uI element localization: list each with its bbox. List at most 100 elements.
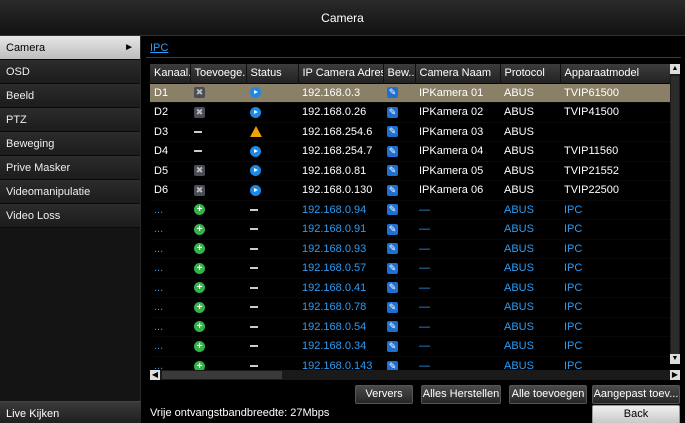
edit-icon[interactable]: ✎ — [387, 87, 398, 99]
scroll-down-icon[interactable]: ▼ — [670, 354, 680, 364]
edit-icon[interactable]: ✎ — [387, 165, 398, 177]
sidebar-item-prive-masker[interactable]: Prive Masker — [0, 156, 140, 180]
table-row[interactable]: D6 ✖ 192.168.0.130 ✎ IPKamera 06 ABUS TVIP2250… — [150, 180, 670, 200]
table-row[interactable]: ... +192.168.0.91 ✎ — ABUS IPC — [150, 219, 670, 239]
cell-ip-address: 192.168.0.143 — [298, 355, 383, 370]
tab-ipc[interactable]: IPC — [150, 42, 168, 54]
cell-camera-name: IPKamera 04 — [415, 141, 500, 161]
edit-icon[interactable]: ✎ — [387, 243, 398, 255]
column-header-camera-name[interactable]: Camera Naam — [415, 64, 501, 83]
table-row[interactable]: D2 ✖ 192.168.0.26 ✎ IPKamera 02 ABUS TVIP41500 — [150, 102, 670, 122]
cell-camera-name: IPKamera 03 — [415, 121, 500, 142]
column-header-device-model[interactable]: Apparaatmodel — [560, 64, 670, 83]
horizontal-scrollbar[interactable]: ◀ ▶ — [150, 370, 680, 380]
cell-edit: ✎ — [383, 141, 415, 161]
edit-icon[interactable]: ✎ — [387, 223, 398, 235]
column-header-ip-address[interactable]: IP Camera Adres — [298, 64, 384, 83]
dash-icon — [250, 345, 258, 348]
delete-icon[interactable]: ✖ — [194, 87, 205, 99]
cell-channel: D6 — [150, 180, 190, 200]
table-row[interactable]: D1 ✖ 192.168.0.3 ✎ IPKamera 01 ABUS TVIP61500 — [150, 82, 670, 103]
table-row[interactable]: ... +192.168.0.34 ✎ — ABUS IPC — [150, 336, 670, 356]
cell-edit: ✎ — [383, 219, 415, 239]
add-icon[interactable]: + — [194, 301, 205, 313]
ip-camera-table: Kanaal... Toevoege... Status IP Camera A… — [150, 64, 670, 370]
edit-icon[interactable]: ✎ — [387, 360, 398, 370]
reset-all-button[interactable]: Alles Herstellen — [421, 385, 501, 404]
scrollbar-thumb[interactable] — [162, 371, 282, 379]
scroll-left-icon[interactable]: ◀ — [150, 370, 160, 380]
edit-icon[interactable]: ✎ — [387, 321, 398, 333]
table-row[interactable]: D3 192.168.254.6 ✎ IPKamera 03 ABUS — [150, 121, 670, 142]
cell-protocol: ABUS — [500, 199, 560, 220]
add-icon[interactable]: + — [194, 282, 205, 294]
column-header-status[interactable]: Status — [246, 64, 299, 83]
column-header-add[interactable]: Toevoege... — [190, 64, 247, 83]
cell-device-model: IPC — [560, 297, 670, 317]
cell-camera-name: IPKamera 06 — [415, 180, 500, 200]
edit-icon[interactable]: ✎ — [387, 262, 398, 274]
column-header-edit[interactable]: Bew... — [383, 64, 416, 83]
edit-icon[interactable]: ✎ — [387, 145, 398, 157]
scrollbar-thumb[interactable] — [671, 76, 679, 354]
back-button[interactable]: Back — [592, 405, 680, 423]
cell-edit: ✎ — [383, 102, 415, 122]
delete-icon[interactable]: ✖ — [194, 106, 205, 118]
table-row[interactable]: D4 192.168.254.7 ✎ IPKamera 04 ABUS TVIP11560 — [150, 141, 670, 161]
delete-icon[interactable]: ✖ — [194, 165, 205, 177]
bandwidth-status: Vrije ontvangstbandbreedte: 27Mbps — [150, 407, 330, 419]
dash-icon — [250, 267, 258, 270]
sidebar-item-ptz[interactable]: PTZ — [0, 108, 140, 132]
cell-device-model: IPC — [560, 355, 670, 370]
sidebar-item-osd[interactable]: OSD — [0, 60, 140, 84]
add-icon[interactable]: + — [194, 340, 205, 352]
live-view-button[interactable]: Live Kijken — [0, 401, 141, 423]
sidebar: Camera ► OSD Beeld PTZ Beweging Prive Mas… — [0, 36, 141, 423]
sidebar-item-video-loss[interactable]: Video Loss — [0, 204, 140, 228]
add-icon[interactable]: + — [194, 223, 205, 235]
cell-camera-name: — — [415, 219, 500, 239]
edit-icon[interactable]: ✎ — [387, 184, 398, 196]
column-header-channel[interactable]: Kanaal... — [150, 64, 191, 83]
dash-icon — [250, 208, 258, 211]
scroll-up-icon[interactable]: ▲ — [670, 64, 680, 74]
edit-icon[interactable]: ✎ — [387, 340, 398, 352]
sidebar-item-beweging[interactable]: Beweging — [0, 132, 140, 156]
edit-icon[interactable]: ✎ — [387, 106, 398, 118]
table-row[interactable]: ... +192.168.0.57 ✎ — ABUS IPC — [150, 258, 670, 278]
table-row[interactable]: ... +192.168.0.93 ✎ — ABUS IPC — [150, 238, 670, 259]
cell-protocol: ABUS — [500, 277, 560, 298]
cell-protocol: ABUS — [500, 258, 560, 278]
sidebar-item-label: Beeld — [6, 90, 35, 102]
cell-protocol: ABUS — [500, 82, 560, 103]
scroll-right-icon[interactable]: ▶ — [670, 370, 680, 380]
add-all-button[interactable]: Alle toevoegen — [509, 385, 587, 404]
table-row[interactable]: ... +192.168.0.94 ✎ — ABUS IPC — [150, 199, 670, 220]
table-row[interactable]: ... +192.168.0.41 ✎ — ABUS IPC — [150, 277, 670, 298]
delete-icon[interactable]: ✖ — [194, 184, 205, 196]
table-row[interactable]: ... +192.168.0.54 ✎ — ABUS IPC — [150, 316, 670, 337]
cell-protocol: ABUS — [500, 297, 560, 317]
add-icon[interactable]: + — [194, 243, 205, 255]
custom-add-button[interactable]: Aangepast toev... — [592, 385, 680, 404]
edit-icon[interactable]: ✎ — [387, 301, 398, 313]
edit-icon[interactable]: ✎ — [387, 204, 398, 216]
column-header-protocol[interactable]: Protocol — [500, 64, 561, 83]
table-row[interactable]: D5 ✖ 192.168.0.81 ✎ IPKamera 05 ABUS TVIP21552 — [150, 160, 670, 181]
table-row[interactable]: ... +192.168.0.143 ✎ — ABUS IPC — [150, 355, 670, 370]
add-icon[interactable]: + — [194, 204, 205, 216]
refresh-button[interactable]: Ververs — [355, 385, 413, 404]
sidebar-item-camera[interactable]: Camera ► — [0, 36, 140, 60]
vertical-scrollbar[interactable]: ▲ ▼ — [670, 64, 680, 364]
table-row[interactable]: ... +192.168.0.78 ✎ — ABUS IPC — [150, 297, 670, 317]
edit-icon[interactable]: ✎ — [387, 282, 398, 294]
dash-icon — [250, 325, 258, 328]
add-icon[interactable]: + — [194, 360, 205, 370]
sidebar-item-beeld[interactable]: Beeld — [0, 84, 140, 108]
cell-channel: D4 — [150, 141, 190, 161]
add-icon[interactable]: + — [194, 321, 205, 333]
sidebar-item-label: Videomanipulatie — [6, 186, 91, 198]
sidebar-item-videomanipulatie[interactable]: Videomanipulatie — [0, 180, 140, 204]
add-icon[interactable]: + — [194, 262, 205, 274]
edit-icon[interactable]: ✎ — [387, 126, 398, 138]
